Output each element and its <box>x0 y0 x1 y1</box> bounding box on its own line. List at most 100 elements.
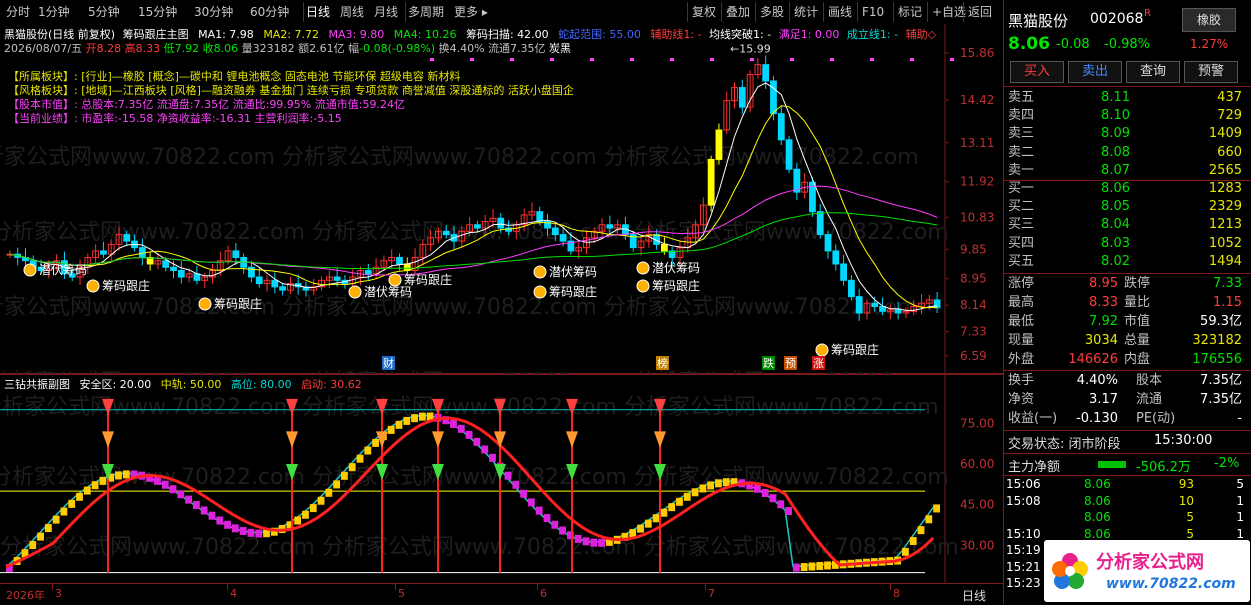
x-axis-label: 6 <box>540 587 547 600</box>
turnover-value: 4.40% <box>449 42 485 55</box>
level-price: 8.04 <box>1101 217 1130 233</box>
event-tag-label: 跌 <box>763 356 774 370</box>
candle-body <box>894 309 902 314</box>
fund-label: PE(动) <box>1136 411 1176 426</box>
period-tab[interactable]: 60分钟 <box>250 4 289 20</box>
ask-row[interactable]: 卖二 8.08 660 <box>1004 143 1251 162</box>
bid-row[interactable]: 买五 8.02 1494 <box>1004 252 1251 271</box>
bid-row[interactable]: 买三 8.04 1213 <box>1004 215 1251 234</box>
trend-block <box>418 412 426 421</box>
period-tab[interactable]: 更多 ▸ <box>454 4 488 20</box>
stat-value: 59.3亿 <box>1200 314 1242 329</box>
toolbar-button[interactable]: F10 <box>862 4 884 20</box>
toolbar-button[interactable]: 标记 <box>898 4 922 20</box>
ask-row[interactable]: 卖三 8.09 1409 <box>1004 124 1251 143</box>
turnover-label: 换 <box>438 42 450 55</box>
period-tab[interactable]: 月线 <box>374 4 398 20</box>
ask-row[interactable]: 卖四 8.10 729 <box>1004 106 1251 125</box>
bid-row[interactable]: 买二 8.05 2329 <box>1004 197 1251 216</box>
trend-block <box>909 537 917 545</box>
trend-block <box>457 424 465 433</box>
period-tab[interactable]: 多周期 <box>408 4 444 20</box>
toolbar-button[interactable]: 返回 <box>968 4 992 20</box>
trend-block <box>582 537 590 546</box>
chip-marker-label: 筹码跟庄 <box>652 278 700 293</box>
query-button[interactable]: 查询 <box>1126 61 1180 83</box>
toolbar-divider <box>687 2 688 22</box>
trend-block <box>325 488 333 497</box>
toolbar-button[interactable]: 多股 <box>760 4 784 20</box>
main-kline-chart[interactable]: 15.86 14.42 13.11 11.92 10.83 9.85 8.95 8.14 7.3… <box>0 24 1003 395</box>
tick-volume: 10 <box>1178 493 1194 508</box>
trend-block <box>574 534 582 543</box>
x-axis-tick <box>537 584 538 590</box>
trend-block <box>824 561 831 570</box>
buy-button[interactable]: 买入 <box>1010 61 1064 83</box>
signal-dot <box>910 58 914 61</box>
trend-block <box>169 485 177 494</box>
ask-row[interactable]: 卖五 8.11 437 <box>1004 88 1251 107</box>
stat-label: 量比 <box>1124 295 1151 310</box>
main-flow-value: -506.2万 <box>1136 460 1191 475</box>
coin-icon <box>388 273 402 287</box>
candle-body <box>559 234 567 242</box>
period-toolbar: 分时 1分钟 5分钟 15分钟 30分钟 60分钟 日线 周线 月线 多周期 更多 ▸ 复权 叠加 多股统… <box>0 0 1003 25</box>
trend-block <box>52 515 60 524</box>
candle-body <box>474 224 481 229</box>
aux1-label: 辅助线1: - <box>650 28 702 41</box>
period-tab[interactable]: 1分钟 <box>38 4 70 20</box>
trend-block <box>473 437 481 446</box>
tick-row: 15:06 8.06 93 5 <box>1004 476 1251 492</box>
level-label: 买五 <box>1008 253 1035 269</box>
period-tab[interactable]: 30分钟 <box>194 4 233 20</box>
x-axis-label: 7 <box>708 587 715 600</box>
toolbar-button[interactable]: 复权 <box>692 4 716 20</box>
stat-row: 最高 8.33 量比 1.15 <box>1004 293 1251 312</box>
level-volume: 2565 <box>1208 162 1242 178</box>
stat-row: 涨停 8.95 跌停 7.33 <box>1004 274 1251 293</box>
bid-row[interactable]: 买一 8.06 1283 <box>1004 179 1251 198</box>
level-label: 卖二 <box>1008 144 1035 160</box>
trend-block <box>512 480 520 489</box>
trend-block <box>44 524 52 533</box>
toolbar-button[interactable]: 叠加 <box>726 4 750 20</box>
period-tab[interactable]: 周线 <box>340 4 364 20</box>
period-tab[interactable]: 5分钟 <box>88 4 120 20</box>
x-axis-tick <box>705 584 706 590</box>
close-value: 8.06 <box>213 42 239 55</box>
toolbar-button[interactable]: 统计 <box>794 4 818 20</box>
chip-marker-label: 筹码跟庄 <box>214 296 262 311</box>
tick-count: 1 <box>1236 493 1244 508</box>
trend-block <box>660 508 668 517</box>
level-price: 8.11 <box>1101 90 1130 105</box>
sub-title[interactable]: 三钻共振副图 <box>4 378 70 391</box>
full-label: 满足1: 0.00 <box>778 28 840 41</box>
period-tab[interactable]: 日线 <box>306 4 330 20</box>
close-label: 收 <box>202 42 214 55</box>
bid-row[interactable]: 买四 8.03 1052 <box>1004 234 1251 253</box>
tick-time: 15:06 <box>1006 477 1041 491</box>
coin-icon <box>86 279 100 293</box>
trend-block <box>598 538 605 547</box>
toolbar-button[interactable]: 画线 <box>828 4 852 20</box>
alert-button[interactable]: 预警 <box>1184 61 1238 83</box>
level-price: 8.07 <box>1101 162 1130 178</box>
toolbar-button[interactable]: +自选 <box>932 4 966 20</box>
sub-indicator-chart[interactable]: 分析家公式网www.70822.com 分析家公式网www.70822.com … <box>0 374 1003 584</box>
period-tab[interactable]: 15分钟 <box>138 4 177 20</box>
signal-dot <box>950 58 954 61</box>
level-volume: 1052 <box>1208 235 1242 251</box>
level-label: 卖四 <box>1008 108 1035 124</box>
sell-button[interactable]: 卖出 <box>1068 61 1122 83</box>
event-tag-label: 榜 <box>657 356 668 370</box>
open-value: 8.28 <box>96 42 122 55</box>
candle-body <box>832 250 840 265</box>
sector-button[interactable]: 橡胶 <box>1182 8 1236 32</box>
ask-row[interactable]: 卖一 8.07 2565 <box>1004 161 1251 180</box>
sector-pct: 1.27% <box>1190 37 1229 51</box>
tick-volume: 5 <box>1186 510 1194 524</box>
signal-dot <box>550 58 554 61</box>
price-stats: 涨停 8.95 跌停 7.33 最高 8.33 量比 1.15 最低 7.92 市值 59.3亿 现量 3… <box>1004 274 1251 370</box>
period-tab[interactable]: 分时 <box>6 4 30 20</box>
fund-value: 3.17 <box>1089 392 1118 407</box>
